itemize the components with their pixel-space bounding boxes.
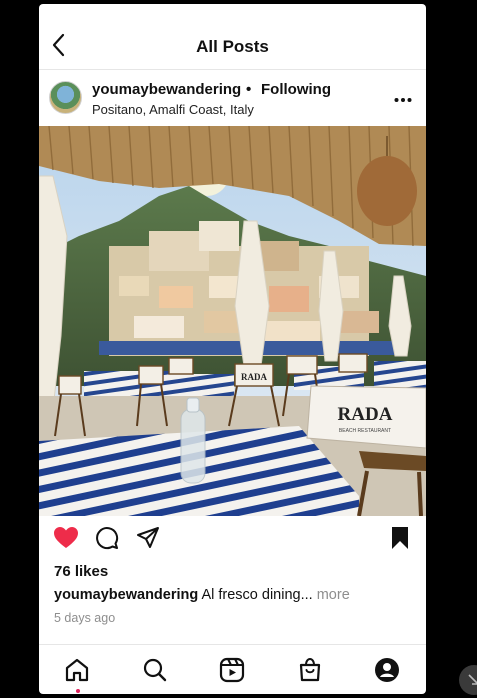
phone-screen: All Posts youmaybewandering • Following … [39,4,426,694]
chair-label: RADA [241,372,267,382]
nav-home[interactable] [64,657,90,683]
post-photo[interactable]: RADA RADA BEACH RESTAURANT [39,126,426,516]
page-title: All Posts [196,37,269,56]
caption-username[interactable]: youmaybewandering [54,587,198,603]
post-timestamp: 5 days ago [54,611,116,625]
search-icon [143,658,167,682]
bottom-nav [39,644,426,694]
profile-icon [375,658,399,682]
like-button[interactable] [53,526,79,555]
caption-text: Al fresco dining... [198,587,317,603]
send-icon [137,527,159,548]
post-caption: youmaybewandering Al fresco dining... mo… [54,587,350,603]
top-bar: All Posts [39,4,426,70]
photo-illustration: RADA RADA BEACH RESTAURANT [39,126,426,516]
resize-corner-button[interactable] [459,665,477,695]
reels-icon [219,657,245,683]
following-button[interactable]: Following [261,81,331,98]
shop-icon [299,657,321,682]
heart-filled-icon [54,527,78,548]
comment-button[interactable] [95,526,119,555]
more-horizontal-icon [394,98,412,102]
post-header: youmaybewandering • Following Positano, … [39,72,426,128]
post-location[interactable]: Positano, Amalfi Coast, Italy [92,102,254,117]
active-indicator-dot [76,689,80,693]
nav-profile[interactable] [374,657,400,683]
restaurant-sign-title: RADA [338,404,393,425]
arrow-diagonal-icon [468,674,477,685]
comment-icon [96,527,119,550]
bookmark-filled-icon [392,527,408,549]
likes-count[interactable]: 76 likes [54,563,108,580]
post-actions [39,518,426,562]
share-button[interactable] [136,526,160,555]
avatar[interactable] [49,81,82,114]
restaurant-sign-subtitle: BEACH RESTAURANT [339,428,391,434]
caption-more-link[interactable]: more [317,587,350,603]
nav-reels[interactable] [219,657,245,683]
home-icon [65,658,89,682]
nav-shop[interactable] [297,657,323,683]
separator-dot: • [246,81,252,98]
more-options-button[interactable] [394,92,412,102]
nav-search[interactable] [142,657,168,683]
save-button[interactable] [390,526,410,555]
post-username[interactable]: youmaybewandering [92,81,241,98]
